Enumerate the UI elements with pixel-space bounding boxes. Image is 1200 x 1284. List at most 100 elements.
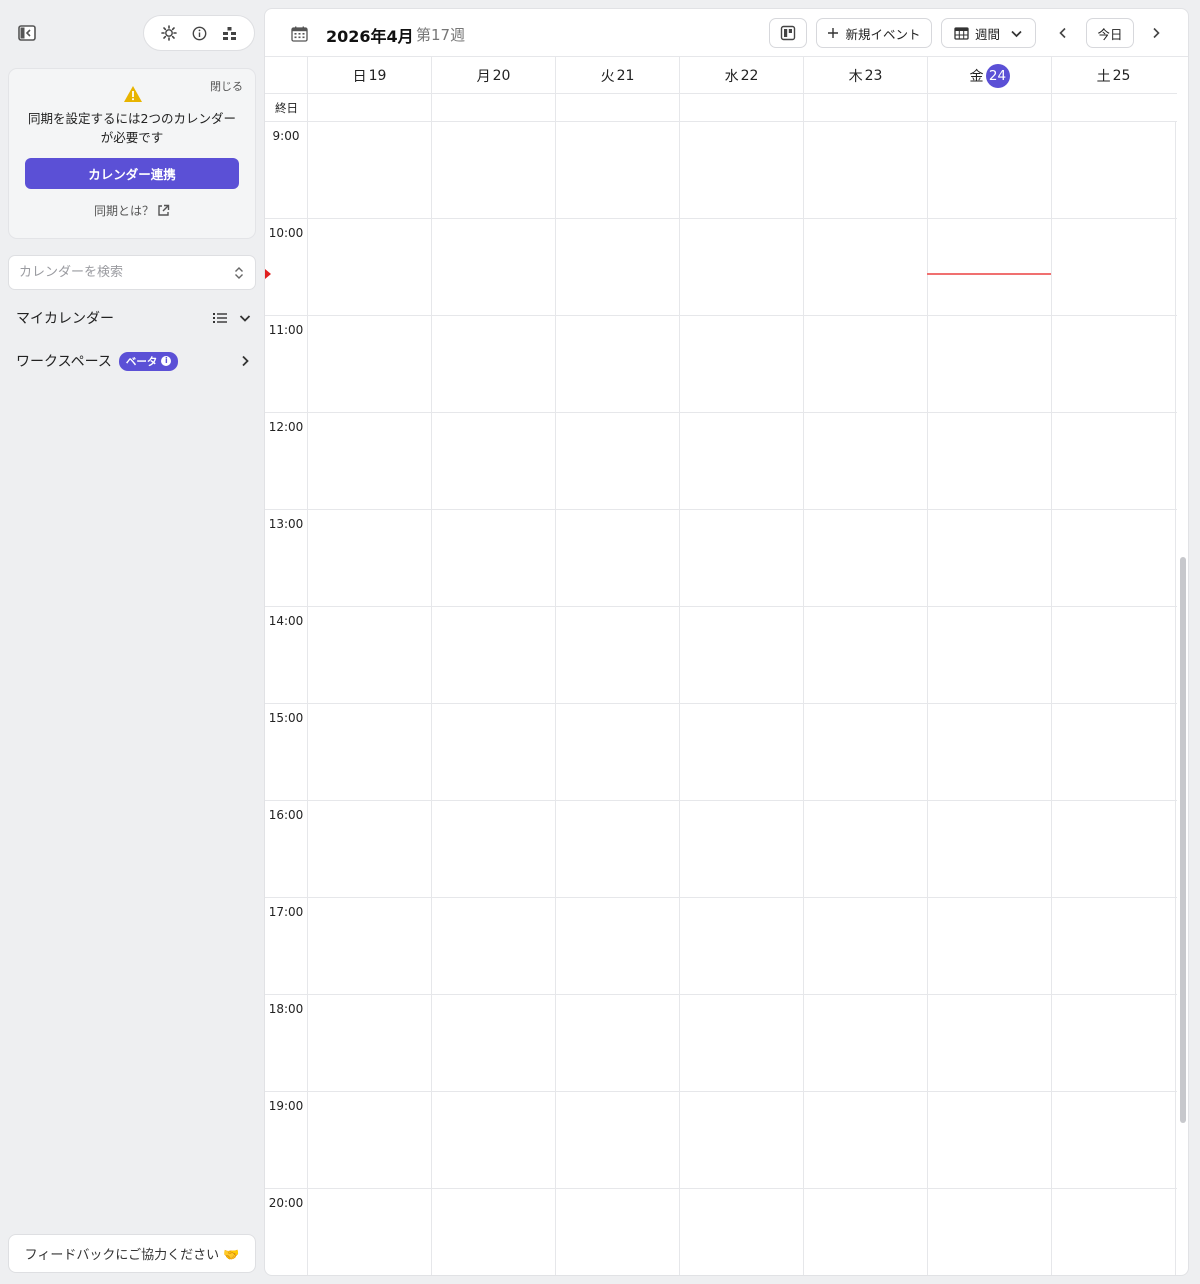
day-header[interactable]: 日 19	[307, 57, 431, 94]
calendar-header: 2026年4月 第17週 新規イベント 週間 今日	[265, 9, 1188, 57]
day-header-weekday: 火	[600, 68, 615, 85]
sync-help-link-label: 同期とは？	[93, 204, 154, 218]
workspace-label: ワークスペース	[16, 354, 112, 370]
beta-badge: ベータ i	[118, 351, 179, 371]
hour-label: 19:00	[268, 1099, 304, 1113]
chevron-down-icon[interactable]	[238, 311, 252, 325]
all-day-row: 終日	[265, 94, 1177, 122]
current-time-line	[927, 273, 1051, 276]
day-header-date: 21	[616, 67, 635, 84]
day-column-divider	[555, 122, 556, 1275]
hour-row: 9:00	[265, 122, 1177, 219]
day-column-divider	[1051, 122, 1052, 1275]
sync-card-message-line1: 同期を設定するには2つのカレンダー	[28, 111, 236, 126]
hour-row: 17:00	[265, 898, 1177, 995]
day-column-divider	[803, 122, 804, 1275]
all-day-cell[interactable]	[927, 94, 1051, 122]
view-select[interactable]: 週間	[941, 18, 1036, 48]
workspace-section[interactable]: ワークスペース ベータ i	[16, 350, 252, 372]
day-headers: 日 19 月 20 火 21 水 22 木 23 金 24 土 25	[265, 57, 1177, 94]
hour-label: 9:00	[272, 129, 300, 143]
all-day-cell[interactable]	[307, 94, 431, 122]
hour-label: 20:00	[268, 1196, 304, 1210]
vertical-scrollbar[interactable]	[1180, 557, 1186, 1123]
gear-icon	[161, 25, 177, 41]
calendar-icon	[291, 26, 308, 42]
chevron-down-icon	[1011, 30, 1022, 37]
day-header[interactable]: 月 20	[431, 57, 555, 94]
chevron-right-icon[interactable]	[238, 354, 252, 368]
sync-card-message: 同期を設定するには2つのカレンダー が必要です	[19, 109, 245, 147]
sidebar-collapse-icon	[18, 25, 36, 41]
chevron-left-icon	[1059, 27, 1066, 39]
day-header[interactable]: 土 25	[1051, 57, 1175, 94]
sidebar-top-toolbar	[143, 15, 255, 51]
day-header[interactable]: 金 24	[927, 57, 1051, 94]
all-day-cell[interactable]	[431, 94, 555, 122]
day-header[interactable]: 木 23	[803, 57, 927, 94]
hour-row: 14:00	[265, 607, 1177, 704]
day-header-date: 22	[740, 67, 759, 84]
hour-label: 14:00	[268, 614, 304, 628]
day-header[interactable]: 火 21	[555, 57, 679, 94]
day-column-divider	[307, 122, 308, 1275]
hour-row: 20:00	[265, 1189, 1177, 1275]
all-day-cell[interactable]	[803, 94, 927, 122]
current-time-marker	[265, 269, 271, 280]
day-header-weekday: 水	[724, 68, 739, 85]
day-header-date: 23	[864, 67, 883, 84]
day-header-weekday: 土	[1096, 68, 1111, 85]
day-header-weekday: 月	[476, 68, 491, 85]
beta-badge-label: ベータ	[125, 355, 158, 368]
day-column-divider	[1175, 122, 1176, 1275]
day-header-weekday: 日	[352, 68, 367, 85]
hour-row: 10:00	[265, 219, 1177, 316]
plus-icon	[828, 28, 839, 38]
day-header[interactable]: 水 22	[679, 57, 803, 94]
my-calendars-section[interactable]: マイカレンダー	[16, 307, 252, 329]
today-date-badge: 24	[985, 63, 1010, 88]
today-button[interactable]: 今日	[1086, 18, 1134, 48]
beta-info-icon: i	[161, 356, 172, 366]
board-icon	[780, 25, 796, 41]
sync-help-link[interactable]: 同期とは？	[9, 202, 255, 219]
calendar-search[interactable]	[8, 255, 256, 290]
sync-card-message-line2: が必要です	[100, 130, 164, 145]
new-event-button[interactable]: 新規イベント	[816, 18, 932, 48]
all-day-cell[interactable]	[1051, 94, 1175, 122]
all-day-cell[interactable]	[555, 94, 679, 122]
time-grid[interactable]: 9:00 10:00 11:00 12:00 13:00 14:00 15:00 16:00 1…	[265, 122, 1177, 1275]
sync-card-close-button[interactable]: 閉じる	[210, 78, 243, 94]
hour-label: 11:00	[268, 323, 304, 337]
board-view-button[interactable]	[769, 18, 807, 48]
calendar-view-icon	[954, 27, 969, 40]
hour-label: 10:00	[268, 226, 304, 240]
feedback-button[interactable]: フィードバックにご協力ください 🤝	[8, 1234, 256, 1273]
hour-row: 12:00	[265, 413, 1177, 510]
info-icon	[192, 26, 206, 40]
hour-label: 18:00	[268, 1002, 304, 1016]
settings-button[interactable]	[159, 23, 179, 43]
hour-row: 13:00	[265, 510, 1177, 607]
all-day-label: 終日	[275, 101, 298, 115]
day-header-date: 19	[368, 67, 387, 84]
warning-icon	[124, 86, 142, 102]
calendar-search-input[interactable]	[19, 265, 233, 280]
connect-calendar-button[interactable]: カレンダー連携	[25, 158, 239, 189]
hierarchy-button[interactable]	[219, 23, 239, 43]
day-column-divider	[679, 122, 680, 1275]
new-event-label: 新規イベント	[845, 26, 921, 42]
all-day-cell[interactable]	[679, 94, 803, 122]
hour-label: 13:00	[268, 517, 304, 531]
next-week-button[interactable]	[1144, 21, 1168, 45]
day-column-divider	[927, 122, 928, 1275]
list-icon[interactable]	[212, 311, 228, 325]
hour-row: 16:00	[265, 801, 1177, 898]
chevron-right-icon	[1153, 27, 1160, 39]
info-button[interactable]	[189, 23, 209, 43]
unfold-icon	[235, 266, 243, 279]
week-number: 第17週	[416, 26, 466, 44]
hour-row: 11:00	[265, 316, 1177, 413]
sidebar-collapse-button[interactable]	[17, 24, 37, 42]
previous-week-button[interactable]	[1051, 21, 1075, 45]
